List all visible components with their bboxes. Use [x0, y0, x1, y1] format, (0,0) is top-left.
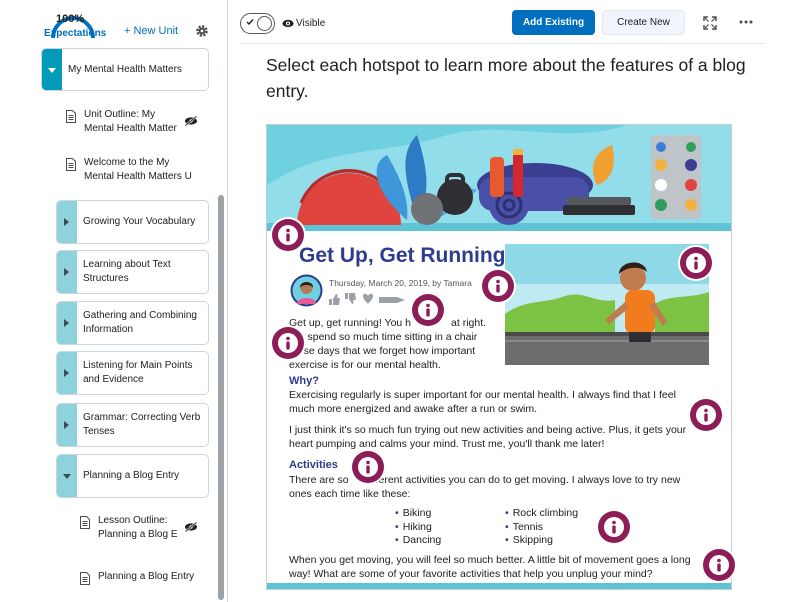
visibility-label: Visible	[296, 18, 326, 29]
document-icon	[66, 110, 76, 123]
topic-planning-blog-entry[interactable]: Planning a Blog Entry	[80, 570, 210, 586]
unit-label: Learning about Text Structures	[83, 259, 171, 284]
unit-label: Listening for Main Points and Evidence	[83, 360, 193, 385]
unit-label: My Mental Health Matters	[68, 63, 182, 75]
list-item: Tennis	[505, 521, 578, 535]
info-icon	[410, 292, 446, 328]
topic-label-line2: Mental Health Matters U	[84, 171, 192, 182]
activities-list-right: Rock climbing Tennis Skipping	[505, 507, 578, 548]
unit-label: Grammar: Correcting Verb Tenses	[83, 412, 201, 437]
sidebar-scrollbar[interactable]	[218, 195, 224, 600]
hidden-eye-icon	[184, 522, 198, 532]
list-item: Skipping	[505, 534, 578, 548]
list-item: Hiking	[395, 521, 441, 535]
blog-title: Get Up, Get Running!	[299, 244, 513, 267]
chevron-right-icon	[64, 319, 69, 327]
hotspot-headings[interactable]	[349, 448, 387, 486]
unit-listening-main-points[interactable]: Listening for Main Points and Evidence	[56, 351, 209, 395]
unit-planning-blog-entry[interactable]: Planning a Blog Entry	[56, 454, 209, 498]
hotspot-body[interactable]	[687, 396, 725, 434]
chevron-right-icon	[64, 268, 69, 276]
topic-label-line2: Planning a Blog En	[98, 529, 178, 540]
unit-text-structures[interactable]: Learning about Text Structures	[56, 250, 209, 294]
topic-label-line2: Mental Health Matter	[84, 123, 177, 134]
why-paragraph-1: Exercising regularly is super important …	[289, 389, 676, 415]
topic-unit-outline[interactable]: Unit Outline: My Mental Health Matter	[66, 108, 214, 138]
progress-percent: 100%	[56, 13, 85, 25]
blog-intro: Get up, get running! You h at right. We s…	[289, 317, 487, 371]
chevron-right-icon	[64, 421, 69, 429]
hidden-eye-icon	[184, 116, 198, 126]
fullscreen-icon[interactable]	[703, 16, 717, 30]
info-icon	[678, 245, 714, 281]
fitness-banner-illustration	[267, 125, 731, 231]
topic-lesson-outline[interactable]: Lesson Outline: Planning a Blog En	[80, 514, 210, 544]
unit-gathering-information[interactable]: Gathering and Combining Information	[56, 301, 209, 345]
hotspot-meta[interactable]	[479, 267, 517, 305]
info-icon	[270, 217, 306, 253]
document-icon	[80, 572, 90, 585]
create-new-button[interactable]: Create New	[602, 10, 685, 35]
why-paragraph-2: I just think it's so much fun trying out…	[289, 424, 687, 450]
checkmark-icon	[246, 19, 254, 26]
hotspot-title[interactable]	[269, 216, 307, 254]
info-icon	[480, 268, 516, 304]
unit-label: Gathering and Combining Information	[83, 310, 197, 335]
unit-growing-vocabulary[interactable]: Growing Your Vocabulary	[56, 200, 209, 244]
progress-label[interactable]: Expectations	[44, 28, 106, 39]
heading-activities: Activities	[289, 459, 338, 471]
document-icon	[80, 516, 90, 529]
unit-my-mental-health-matters[interactable]: My Mental Health Matters	[41, 48, 209, 91]
add-existing-button[interactable]: Add Existing	[512, 10, 595, 35]
instruction-text: Select each hotspot to learn more about …	[266, 55, 746, 101]
info-icon	[596, 509, 632, 545]
chevron-right-icon	[64, 218, 69, 226]
unit-label: Planning a Blog Entry	[83, 470, 180, 481]
hotspot-closing[interactable]	[700, 546, 738, 584]
list-item: Biking	[395, 507, 441, 521]
unit-label: Growing Your Vocabulary	[83, 216, 196, 227]
visibility-toggle[interactable]	[240, 13, 275, 34]
hotspot-image[interactable]	[677, 244, 715, 282]
more-options-icon[interactable]	[739, 20, 753, 24]
closing-paragraph: When you get moving, you will feel so mu…	[289, 554, 691, 580]
hotspot-intro[interactable]	[269, 324, 307, 362]
topic-label-line1: Planning a Blog Entry	[98, 571, 195, 582]
topic-label-line1: Unit Outline: My	[84, 109, 156, 120]
app: 100% Expectations + New Unit My Mental H…	[0, 0, 788, 602]
list-item: Rock climbing	[505, 507, 578, 521]
blog-meta: Thursday, March 20, 2019, by Tamara	[329, 278, 472, 288]
topic-label-line1: Lesson Outline:	[98, 515, 168, 526]
chevron-down-icon	[63, 474, 71, 479]
activities-list-left: Biking Hiking Dancing	[395, 507, 442, 548]
hotspot-reactions[interactable]	[409, 291, 447, 329]
info-icon	[350, 449, 386, 485]
activities-paragraph: There are so ifferent activities you can …	[289, 474, 681, 500]
info-icon	[701, 547, 737, 583]
chevron-right-icon	[64, 369, 69, 377]
gear-icon[interactable]	[195, 24, 209, 38]
chevron-down-icon	[48, 67, 56, 73]
sidebar-header: 100% Expectations + New Unit	[0, 0, 227, 44]
topic-welcome[interactable]: Welcome to the My Mental Health Matters …	[66, 156, 214, 186]
document-icon	[66, 158, 76, 171]
hotspot-list[interactable]	[595, 508, 633, 546]
info-icon	[270, 325, 306, 361]
topic-label-line1: Welcome to the My	[84, 157, 170, 168]
sidebar: 100% Expectations + New Unit My Mental H…	[0, 0, 228, 602]
info-icon	[688, 397, 724, 433]
author-avatar	[290, 274, 323, 307]
list-item: Dancing	[395, 534, 442, 548]
new-unit-button[interactable]: + New Unit	[124, 25, 178, 37]
blog-entry-image: Get Up, Get Running! Thursday, March 20,…	[266, 124, 732, 590]
eye-icon	[282, 19, 294, 28]
heading-why: Why?	[289, 375, 319, 387]
unit-grammar-verb-tenses[interactable]: Grammar: Correcting Verb Tenses	[56, 403, 209, 447]
